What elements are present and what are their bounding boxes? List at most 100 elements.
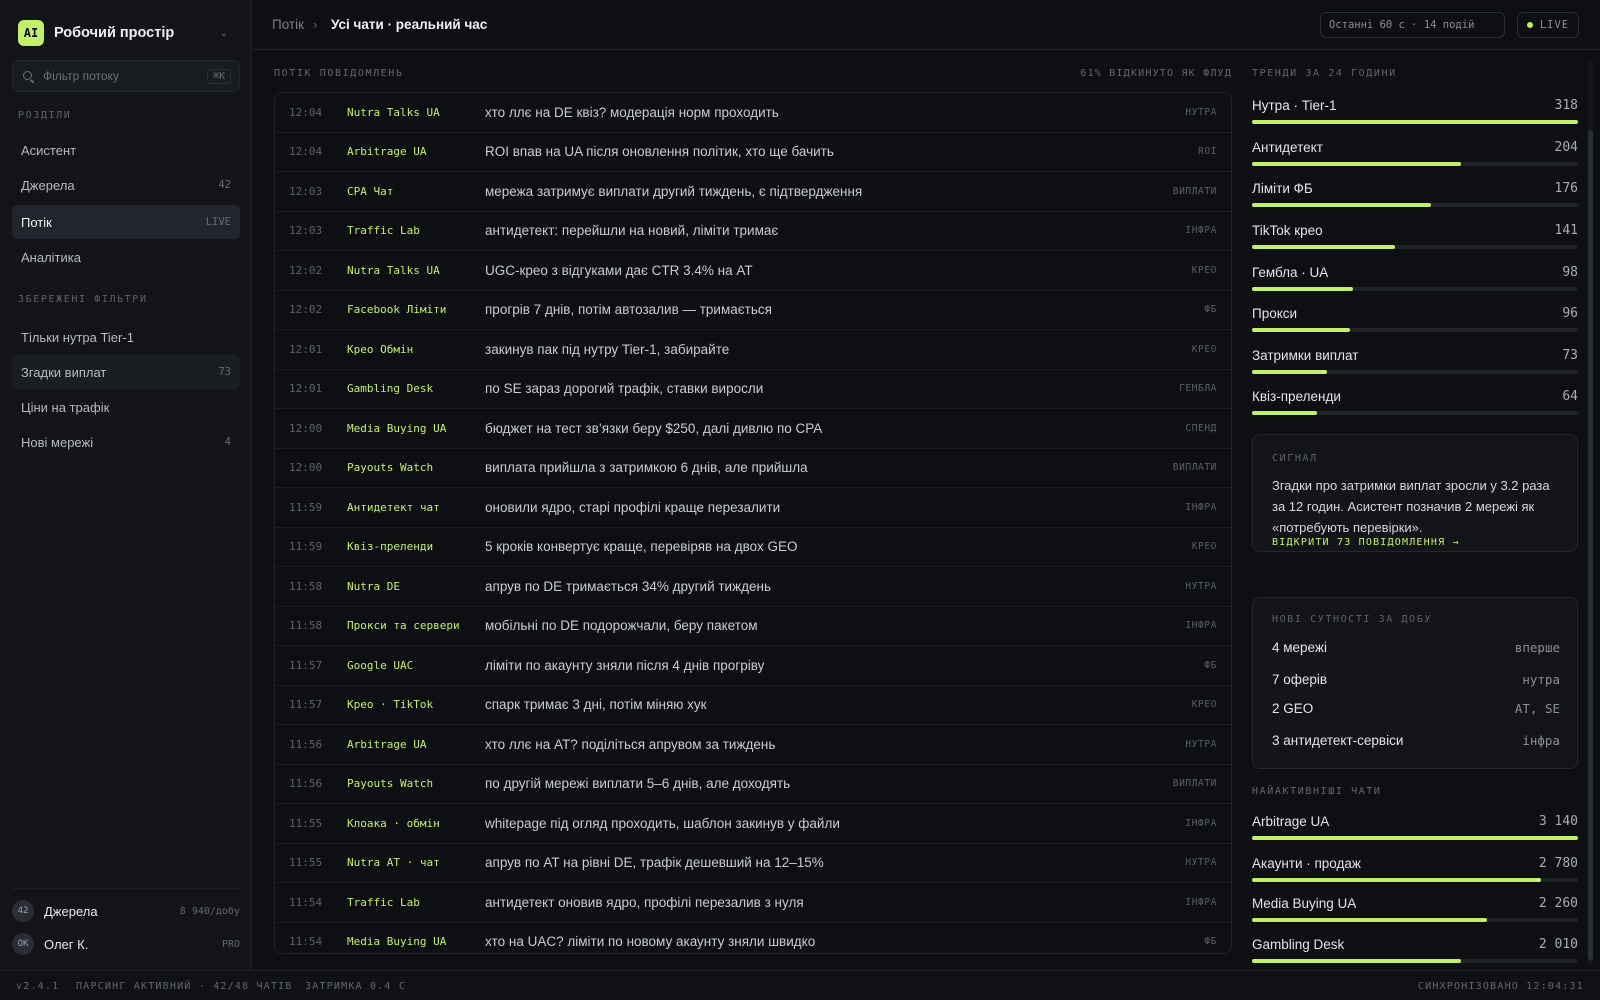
saved-filter-payouts[interactable]: Згадки виплат 73 xyxy=(12,355,240,389)
message-time: 11:56 xyxy=(289,777,323,791)
saved-filter-nutra-tier1[interactable]: Тільки нутра Tier-1 xyxy=(12,320,240,354)
entity-label: 3 антидетект-сервіси xyxy=(1272,733,1404,748)
message-tag: НУТРА xyxy=(1185,580,1217,592)
workspace-switcher[interactable]: AI Робочий простір ⌄ xyxy=(18,19,234,47)
feed-row[interactable]: 11:55 Клоака · обмін whitepage під огляд п… xyxy=(275,804,1231,844)
message-text: хто на UAC? ліміти по новому акаунту зня… xyxy=(485,934,816,950)
user-plan-badge: PRO xyxy=(221,938,240,950)
breadcrumb-root[interactable]: Потік xyxy=(272,17,304,32)
search-input[interactable]: Фільтр потоку ⌘K xyxy=(12,60,240,92)
trend[interactable]: TikTok крео 141 xyxy=(1252,223,1578,257)
sources-summary[interactable]: 42 Джерела 8 940/добу xyxy=(12,899,240,923)
feed-row[interactable]: 11:58 Nutra DE апрув по DE тримається 34% … xyxy=(275,567,1231,607)
sidebar-item-analytics[interactable]: Аналітика xyxy=(12,240,240,274)
user-profile[interactable]: ОК Олег К. PRO xyxy=(12,932,240,956)
saved-filters-title: ЗБЕРЕЖЕНІ ФІЛЬТРИ xyxy=(18,294,148,305)
feed-row[interactable]: 12:02 Nutra Talks UA UGC-крео з відгуками … xyxy=(275,251,1231,291)
trend[interactable]: Затримки виплат 73 xyxy=(1252,348,1578,382)
feed-row[interactable]: 12:00 Payouts Watch виплата прийшла з затр… xyxy=(275,449,1231,488)
trend-label: Квіз-преленди xyxy=(1252,389,1341,404)
top-chat[interactable]: Gambling Desk 2 010 xyxy=(1252,937,1578,971)
avatar: ОК xyxy=(12,933,34,955)
top-chat-bar-fill xyxy=(1252,959,1461,963)
trend[interactable]: Ліміти ФБ 176 xyxy=(1252,181,1578,215)
message-text: бюджет на тест зв’язки беру $250, далі д… xyxy=(485,420,823,436)
top-chat[interactable]: Акаунти · продаж 2 780 xyxy=(1252,856,1578,890)
message-time: 12:01 xyxy=(289,382,323,396)
trend[interactable]: Нутра · Tier-1 318 xyxy=(1252,98,1578,132)
feed-row[interactable]: 11:55 Nutra AT · чат апрув по AT на рівні … xyxy=(275,844,1231,883)
message-source: Gambling Desk xyxy=(347,382,434,396)
message-source: Прокси та сервери xyxy=(347,619,460,633)
top-chat-value: 2 010 xyxy=(1538,937,1578,952)
trend-label: TikTok крео xyxy=(1252,223,1323,238)
feed-row[interactable]: 11:54 Traffic Lab антидетект оновив ядро, … xyxy=(275,883,1231,923)
sidebar-item-assistant[interactable]: Асистент xyxy=(12,133,240,167)
feed-row[interactable]: 11:54 Media Buying UA хто на UAC? ліміти п… xyxy=(275,923,1231,954)
trend-bar-fill xyxy=(1252,411,1318,415)
saved-filter-new-networks[interactable]: Нові мережі 4 xyxy=(12,425,240,459)
scrollbar-thumb[interactable] xyxy=(1588,130,1593,960)
trend-bar-fill xyxy=(1252,370,1327,374)
trend-value: 204 xyxy=(1554,140,1578,155)
trend-value: 318 xyxy=(1554,98,1578,113)
entity-row[interactable]: 3 антидетект-сервіси інфра xyxy=(1272,733,1560,753)
message-source: Traffic Lab xyxy=(347,224,420,238)
message-time: 11:57 xyxy=(289,698,323,712)
entity-row[interactable]: 4 мережі вперше xyxy=(1272,640,1560,660)
trend-bar-track xyxy=(1252,162,1578,166)
live-dot-icon xyxy=(1526,22,1533,28)
trend[interactable]: Антидетект 204 xyxy=(1252,140,1578,174)
trend-bar-track xyxy=(1252,411,1578,415)
feed-row[interactable]: 12:04 Arbitrage UA ROI впав на UA після он… xyxy=(275,133,1231,172)
top-chat[interactable]: Arbitrage UA 3 140 xyxy=(1252,814,1578,848)
top-chat[interactable]: Media Buying UA 2 260 xyxy=(1252,896,1578,930)
message-text: антидетект: перейшли на новий, ліміти тр… xyxy=(485,223,779,239)
feed-row[interactable]: 12:04 Nutra Talks UA хто ллє на DE квіз? м… xyxy=(275,93,1231,133)
message-time: 11:58 xyxy=(289,579,323,593)
message-tag: КРЕО xyxy=(1191,343,1217,355)
message-text: мобільні по DE подорожчали, беру пакетом xyxy=(485,618,758,634)
time-range-selector[interactable]: Останні 60 с · 14 подій xyxy=(1320,12,1505,38)
feed-row[interactable]: 11:59 Квіз-преленди 5 кроків конвертує кра… xyxy=(275,528,1231,567)
trend-bar-track xyxy=(1252,245,1578,249)
sidebar-item-sources[interactable]: Джерела 42 xyxy=(12,168,240,202)
feed-row[interactable]: 12:01 Gambling Desk по SE зараз дорогий тр… xyxy=(275,370,1231,409)
feed-row[interactable]: 12:01 Крео Обмін закинув пак під нутру Tie… xyxy=(275,330,1231,370)
workspace-logo: AI xyxy=(18,20,44,46)
sidebar-item-count: LIVE xyxy=(205,216,231,228)
right-panel-scrollbar[interactable] xyxy=(1588,60,1593,965)
feed-row[interactable]: 12:02 Facebook Ліміти прогрів 7 днів, поті… xyxy=(275,291,1231,330)
saved-filter-traffic-prices[interactable]: Ціни на трафік xyxy=(12,390,240,424)
message-time: 11:58 xyxy=(289,619,323,633)
feed-row[interactable]: 12:00 Media Buying UA бюджет на тест зв’яз… xyxy=(275,409,1231,449)
message-source: Крео · TikTok xyxy=(347,698,434,712)
trend[interactable]: Гембла · UA 98 xyxy=(1252,265,1578,299)
workspace-name: Робочий простір xyxy=(54,25,175,41)
breadcrumb-separator-icon: › xyxy=(313,17,318,32)
sidebar-item-stream[interactable]: Потік LIVE xyxy=(12,205,240,239)
parsing-status: ПАРСИНГ АКТИВНИЙ · 42/48 ЧАТІВ xyxy=(76,981,293,992)
feed-row[interactable]: 11:56 Payouts Watch по другій мережі випла… xyxy=(275,765,1231,804)
message-tag: КРЕО xyxy=(1191,541,1217,553)
message-text: хто ллє на AT? поділіться апрувом за тиж… xyxy=(485,736,776,752)
feed-row[interactable]: 11:56 Arbitrage UA хто ллє на AT? поділіть… xyxy=(275,725,1231,765)
entity-row[interactable]: 7 оферів нутра xyxy=(1272,672,1560,692)
feed-row[interactable]: 12:03 CPA Чат мережа затримує виплати друг… xyxy=(275,172,1231,212)
message-text: апрув по DE тримається 34% другий тижден… xyxy=(485,578,771,594)
entity-row[interactable]: 2 GEO AT, SE xyxy=(1272,701,1560,721)
feed-row[interactable]: 11:59 Антидетект чат оновили ядро, старі п… xyxy=(275,488,1231,528)
open-messages-link[interactable]: ВІДКРИТИ 73 ПОВІДОМЛЕННЯ → xyxy=(1272,537,1460,548)
live-toggle-button[interactable]: LIVE xyxy=(1517,12,1579,38)
feed-row[interactable]: 11:58 Прокси та сервери мобільні по DE под… xyxy=(275,607,1231,646)
message-feed[interactable]: 12:04 Nutra Talks UA хто ллє на DE квіз? м… xyxy=(274,92,1232,954)
trend-bar-fill xyxy=(1252,162,1461,166)
saved-filter-count: 73 xyxy=(218,366,231,378)
trend[interactable]: Прокси 96 xyxy=(1252,306,1578,340)
feed-row[interactable]: 11:57 Крео · TikTok спарк тримає 3 дні, по… xyxy=(275,686,1231,725)
feed-row[interactable]: 12:03 Traffic Lab антидетект: перейшли на … xyxy=(275,212,1231,251)
trend-bar-track xyxy=(1252,120,1578,124)
trend[interactable]: Квіз-преленди 64 xyxy=(1252,389,1578,423)
feed-row[interactable]: 11:57 Google UAC ліміти по акаунту зняли п… xyxy=(275,646,1231,686)
top-chat-label: Акаунти · продаж xyxy=(1252,856,1361,871)
